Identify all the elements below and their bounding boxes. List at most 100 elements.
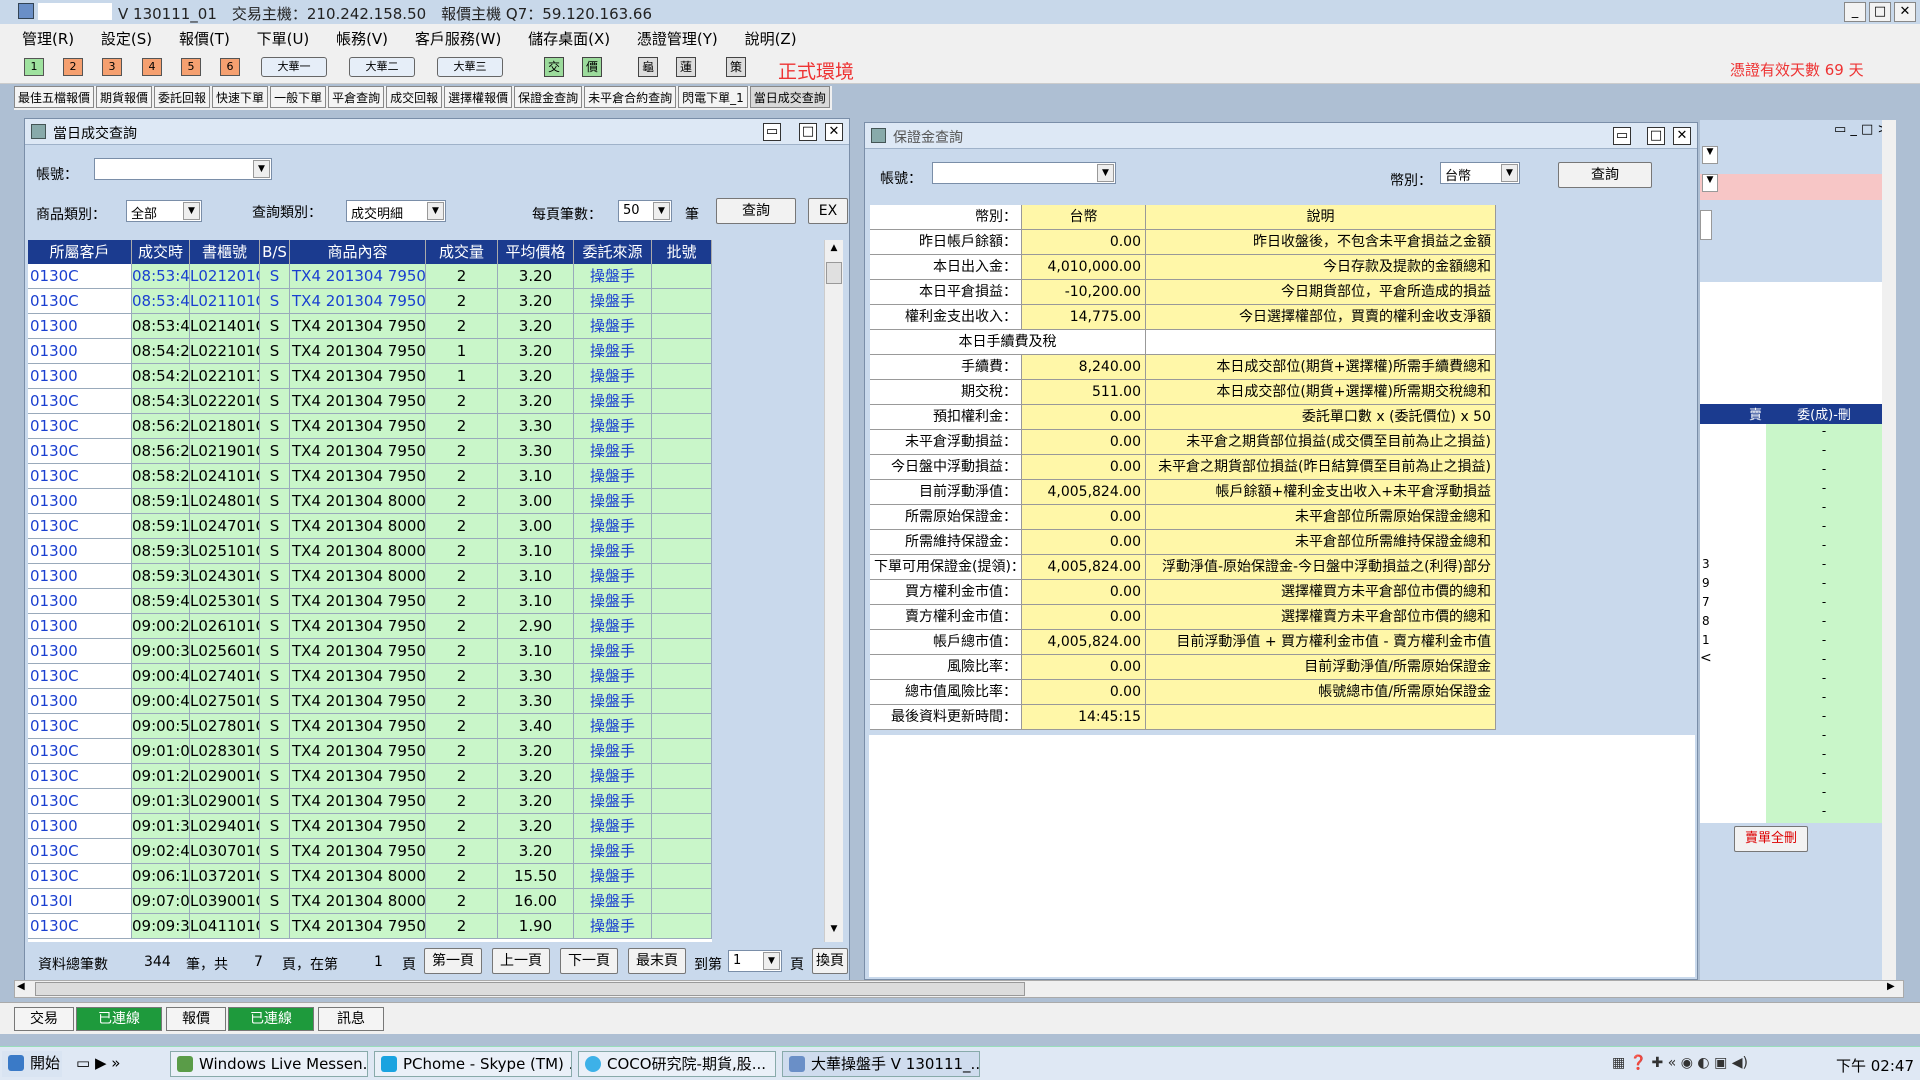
message-button[interactable]: 訊息 <box>318 1007 384 1031</box>
menu-quote[interactable]: 報價(T) <box>179 28 230 49</box>
table-row[interactable]: 0130C08:58:27L024101CSTX4 201304 7950P23… <box>28 464 712 489</box>
tab-close-query[interactable]: 平倉查詢 <box>328 86 385 108</box>
maximize-icon[interactable]: □ <box>1869 2 1891 22</box>
table-row[interactable]: 1- <box>1700 633 1882 652</box>
query-button[interactable]: 查詢 <box>716 198 796 224</box>
tab-margin-query[interactable]: 保證金查詢 <box>514 86 583 108</box>
menu-save-desktop[interactable]: 儲存桌面(X) <box>528 28 610 49</box>
table-row[interactable]: - <box>1700 424 1882 443</box>
export-button[interactable]: EX <box>808 198 848 224</box>
table-row[interactable]: 9- <box>1700 576 1882 595</box>
menu-settings[interactable]: 設定(S) <box>101 28 152 49</box>
header-col-source[interactable]: 委託來源 <box>574 240 652 264</box>
table-row[interactable]: 0130C09:00:53L027801CSTX4 201304 7950P23… <box>28 714 712 739</box>
tab-today-deals[interactable]: 當日成交查詢 <box>749 86 830 108</box>
close-icon[interactable]: ✕ <box>825 123 843 141</box>
account-select[interactable]: ▼ <box>94 158 272 180</box>
tab-futures-quote[interactable]: 期貨報價 <box>96 86 153 108</box>
layout-6-button[interactable]: 6 <box>220 58 240 76</box>
table-row[interactable]: 0130I09:07:05L039001CSTX4 201304 8000P21… <box>28 889 712 914</box>
table-row[interactable]: 0130C08:53:40L021201CSTX4 201304 7950P23… <box>28 264 712 289</box>
minimize-icon[interactable]: _ <box>1844 2 1866 22</box>
table-row[interactable]: - <box>1700 747 1882 766</box>
per-page-select[interactable]: 50 ▼ <box>618 200 672 222</box>
close-icon[interactable]: ✕ <box>1673 127 1691 145</box>
taskbar-browser[interactable]: COCO研究院-期貨,股... <box>578 1051 776 1077</box>
taskbar-messenger[interactable]: Windows Live Messen... <box>170 1051 368 1077</box>
table-row[interactable]: 0130C09:01:00L028301CSTX4 201304 7950P23… <box>28 739 712 764</box>
table-row[interactable]: 0130009:01:33L029401CSTX4 201304 7950P23… <box>28 814 712 839</box>
table-row[interactable]: 0130008:59:45L025301CSTX4 201304 7950P23… <box>28 589 712 614</box>
taskbar-trader-app[interactable]: 大華操盤手 V 130111_... <box>782 1051 980 1077</box>
layout-3-button[interactable]: 3 <box>102 58 122 76</box>
table-row[interactable]: 0130C09:00:45L027401CSTX4 201304 7950P23… <box>28 664 712 689</box>
trade-square-button[interactable]: 交 <box>544 57 564 77</box>
restore-icon[interactable]: ▭ <box>1613 127 1631 145</box>
sell-all-delete-button[interactable]: 賣單全刪 <box>1734 826 1808 852</box>
header-col-time[interactable]: 成交時間 <box>132 240 190 285</box>
menu-service[interactable]: 客戶服務(W) <box>415 28 502 49</box>
scroll-right-icon[interactable]: ▶ <box>1887 981 1895 992</box>
dahua-2-button[interactable]: 大華二 <box>349 57 415 77</box>
quicklaunch-icons[interactable]: ▭ ▶ » <box>72 1051 162 1077</box>
right-scrollbar[interactable] <box>1882 120 1896 980</box>
table-row[interactable]: - <box>1700 538 1882 557</box>
table-row[interactable]: - <box>1700 519 1882 538</box>
tab-deal-report[interactable]: 成交回報 <box>386 86 443 108</box>
layout-4-button[interactable]: 4 <box>142 58 162 76</box>
table-row[interactable]: 0130008:54:28L0221011STX4 201304 7950P13… <box>28 364 712 389</box>
product-select[interactable]: 全部 ▼ <box>126 200 202 222</box>
margin-account-select[interactable]: ▼ <box>932 162 1116 184</box>
tab-normal-order[interactable]: 一般下單 <box>270 86 327 108</box>
tab-lightning-order[interactable]: 閃電下單_1 <box>678 86 748 108</box>
table-row[interactable]: 0130008:54:24L022101CSTX4 201304 7950P13… <box>28 339 712 364</box>
menu-order[interactable]: 下單(U) <box>257 28 310 49</box>
vertical-scrollbar[interactable]: ▲ ▼ <box>824 240 843 942</box>
tab-quick-order[interactable]: 快速下單 <box>212 86 269 108</box>
dahua-3-button[interactable]: 大華三 <box>437 57 503 77</box>
tab-order-report[interactable]: 委託回報 <box>154 86 211 108</box>
switch-page-button[interactable]: 換頁 <box>812 948 848 974</box>
last-page-button[interactable]: 最末頁 <box>628 948 686 974</box>
start-button[interactable]: 開始 <box>2 1051 62 1077</box>
layout-2-button[interactable]: 2 <box>63 58 83 76</box>
table-row[interactable]: - <box>1700 804 1882 823</box>
taskbar-skype[interactable]: PChome - Skype (TM) ... <box>374 1051 572 1077</box>
header-col-booth[interactable]: 書櫃號 <box>190 240 260 264</box>
header-col-customer[interactable]: 所屬客戶 <box>28 240 132 264</box>
scroll-left-icon[interactable]: ◀ <box>17 981 25 992</box>
table-row[interactable]: - <box>1700 500 1882 519</box>
horizontal-scrollbar[interactable]: ◀ ▶ <box>14 980 1904 998</box>
table-row[interactable]: - <box>1700 766 1882 785</box>
header-col-sell[interactable]: 賣 <box>1700 404 1766 424</box>
menu-account[interactable]: 帳務(V) <box>336 28 388 49</box>
price-square-button[interactable]: 價 <box>582 57 602 77</box>
header-col-avg-price[interactable]: 平均價格 <box>498 240 574 264</box>
turtle-square-button[interactable]: 龜 <box>638 57 658 77</box>
chevron-down-icon[interactable]: ▼ <box>1702 146 1718 164</box>
currency-select[interactable]: 台幣 ▼ <box>1440 162 1520 184</box>
table-row[interactable]: - <box>1700 462 1882 481</box>
hscroll-thumb[interactable] <box>35 982 1025 996</box>
scroll-up-icon[interactable]: ▲ <box>826 243 842 257</box>
tab-best5[interactable]: 最佳五檔報價 <box>14 86 95 108</box>
table-row[interactable]: - <box>1700 728 1882 747</box>
table-row[interactable]: 0130C08:56:24L021901CSTX4 201304 7950P23… <box>28 439 712 464</box>
table-row[interactable]: - <box>1700 443 1882 462</box>
query-type-select[interactable]: 成交明細 ▼ <box>346 200 446 222</box>
table-row[interactable]: 3- <box>1700 557 1882 576</box>
next-page-button[interactable]: 下一頁 <box>560 948 618 974</box>
tray-icons[interactable]: ▦ ❓ ✚ « ◉ ◐ ▣ ◀) <box>1612 1055 1832 1077</box>
table-row[interactable]: 0130C09:01:26L029001CSTX4 201304 7950P23… <box>28 764 712 789</box>
table-row[interactable]: 0130C09:01:32L029001CSTX4 201304 7950P23… <box>28 789 712 814</box>
margin-query-button[interactable]: 查詢 <box>1558 162 1652 188</box>
menu-help[interactable]: 說明(Z) <box>745 28 797 49</box>
restore-icon[interactable]: ▭ <box>763 123 781 141</box>
table-row[interactable]: 0130C09:02:43L030701CSTX4 201304 7950P23… <box>28 839 712 864</box>
table-row[interactable]: 8- <box>1700 614 1882 633</box>
layout-5-button[interactable]: 5 <box>181 58 201 76</box>
first-page-button[interactable]: 第一頁 <box>424 948 482 974</box>
right-input[interactable] <box>1700 210 1712 240</box>
tab-option-quote[interactable]: 選擇權報價 <box>444 86 513 108</box>
tab-open-interest[interactable]: 未平倉合約查詢 <box>584 86 677 108</box>
